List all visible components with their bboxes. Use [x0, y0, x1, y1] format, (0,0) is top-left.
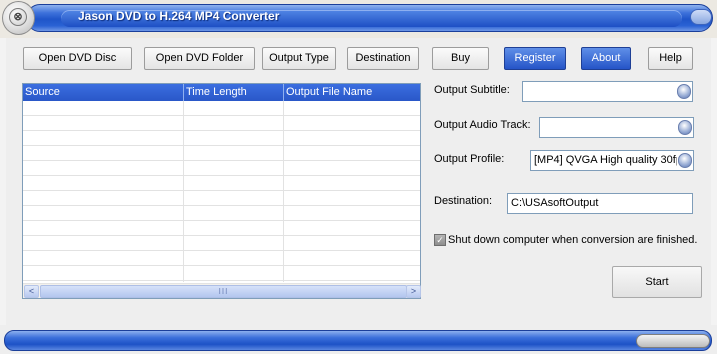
table-row: [23, 251, 420, 266]
table-row: [23, 101, 420, 116]
table-body[interactable]: [23, 101, 420, 282]
shutdown-checkbox[interactable]: ✓: [434, 234, 446, 246]
output-audio-track-select[interactable]: [539, 117, 694, 138]
dropdown-orb-icon[interactable]: [677, 84, 691, 99]
scroll-thumb[interactable]: III: [40, 285, 407, 298]
dropdown-orb-icon[interactable]: [678, 120, 692, 135]
close-icon[interactable]: ⊗: [9, 8, 27, 26]
output-audio-track-label: Output Audio Track:: [434, 119, 531, 131]
table-row: [23, 146, 420, 161]
column-header-output-file-name[interactable]: Output File Name: [284, 84, 420, 101]
register-button[interactable]: Register: [504, 47, 566, 70]
destination-label: Destination:: [434, 195, 493, 207]
status-bar: [0, 325, 717, 354]
shutdown-label[interactable]: Shut down computer when conversion are f…: [448, 234, 697, 246]
app-window: ⊗ Jason DVD to H.264 MP4 Converter Open …: [0, 0, 717, 354]
column-header-time-length[interactable]: Time Length: [184, 84, 284, 101]
destination-button[interactable]: Destination: [347, 47, 419, 70]
table-header: Source Time Length Output File Name: [23, 84, 420, 101]
table-row: [23, 161, 420, 176]
output-subtitle-value: [526, 82, 676, 101]
table-row: [23, 221, 420, 236]
help-button[interactable]: Help: [648, 47, 693, 70]
status-pill: [4, 330, 712, 351]
column-divider: [283, 101, 284, 282]
scroll-left-icon[interactable]: <: [24, 285, 39, 298]
open-dvd-folder-button[interactable]: Open DVD Folder: [144, 47, 255, 70]
title-end-cap: [690, 9, 712, 25]
destination-field[interactable]: C:\USAsoftOutput: [507, 193, 693, 214]
table-row: [23, 191, 420, 206]
about-button[interactable]: About: [581, 47, 631, 70]
title-bar: ⊗ Jason DVD to H.264 MP4 Converter: [0, 0, 717, 38]
table-row: [23, 266, 420, 281]
column-header-source[interactable]: Source: [23, 84, 184, 101]
table-row: [23, 116, 420, 131]
table-row: [23, 131, 420, 146]
scroll-right-icon[interactable]: >: [406, 285, 421, 298]
output-subtitle-select[interactable]: [522, 81, 693, 102]
output-profile-value: [MP4] QVGA High quality 30fps: [534, 154, 677, 166]
dropdown-orb-icon[interactable]: [678, 153, 692, 168]
column-divider: [183, 101, 184, 282]
horizontal-scrollbar[interactable]: < III >: [23, 283, 421, 298]
start-button[interactable]: Start: [612, 266, 702, 298]
status-knob[interactable]: [636, 334, 710, 348]
table-row: [23, 206, 420, 221]
table-row: [23, 236, 420, 251]
output-subtitle-label: Output Subtitle:: [434, 84, 510, 96]
output-type-button[interactable]: Output Type: [262, 47, 336, 70]
table-row: [23, 176, 420, 191]
output-profile-select[interactable]: [MP4] QVGA High quality 30fps: [530, 150, 694, 171]
buy-button[interactable]: Buy: [432, 47, 489, 70]
source-table[interactable]: Source Time Length Output File Name < II…: [22, 83, 421, 299]
window-title: Jason DVD to H.264 MP4 Converter: [78, 9, 280, 23]
output-audio-track-value: [543, 118, 677, 137]
open-dvd-disc-button[interactable]: Open DVD Disc: [23, 47, 132, 70]
output-profile-label: Output Profile:: [434, 153, 505, 165]
